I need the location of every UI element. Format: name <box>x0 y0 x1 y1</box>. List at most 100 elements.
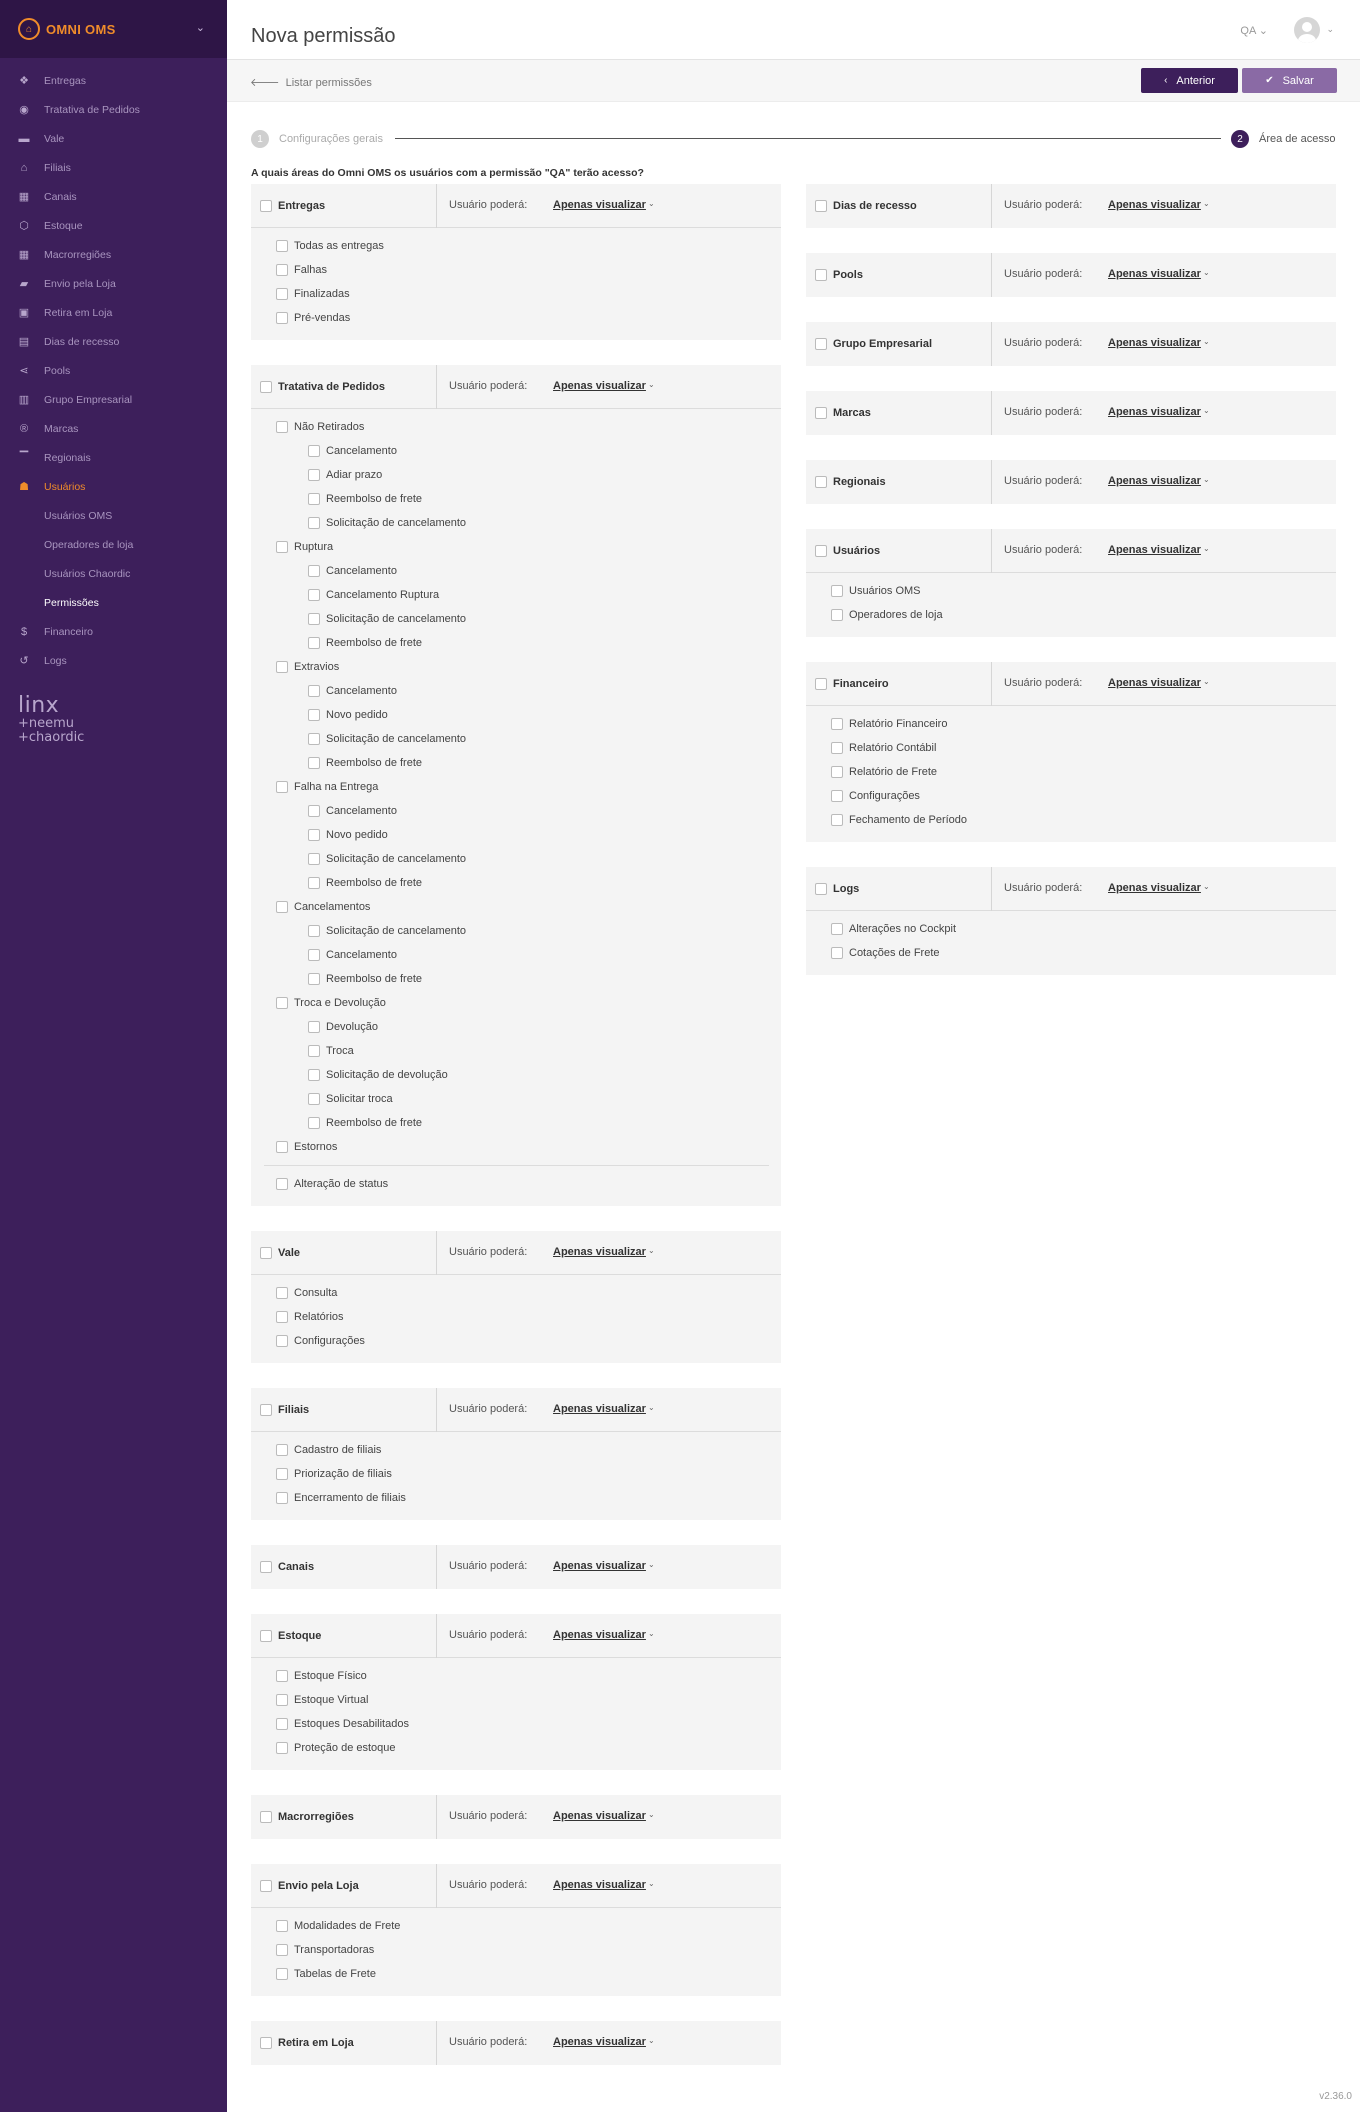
checkbox-item-transportadoras[interactable]: Transportadoras <box>276 1938 781 1962</box>
sidebar-subitem-usuarios-chaordic[interactable]: Usuários Chaordic <box>0 559 227 588</box>
checkbox-item-reembolso-de-frete[interactable]: Reembolso de frete <box>276 871 781 895</box>
checkbox[interactable] <box>831 609 843 621</box>
checkbox-item-solicitacao-de-cancelamento[interactable]: Solicitação de cancelamento <box>276 727 781 751</box>
checkbox[interactable] <box>276 1670 288 1682</box>
checkbox[interactable] <box>276 1968 288 1980</box>
checkbox-item-cancelamento[interactable]: Cancelamento <box>276 943 781 967</box>
checkbox[interactable] <box>831 790 843 802</box>
avatar[interactable] <box>1294 17 1320 43</box>
permission-level-select[interactable]: Apenas visualizar <box>1108 544 1201 556</box>
chevron-down-icon[interactable]: ⌄ <box>648 2036 655 2045</box>
checkbox[interactable] <box>308 973 320 985</box>
checkbox[interactable] <box>831 923 843 935</box>
chevron-down-icon[interactable]: ⌄ <box>1203 268 1210 277</box>
checkbox-item-falhas[interactable]: Falhas <box>276 258 781 282</box>
chevron-down-icon[interactable]: ⌄ <box>648 1403 655 1412</box>
chevron-down-icon[interactable]: ⌄ <box>1203 406 1210 415</box>
area-checkbox[interactable] <box>260 199 272 212</box>
chevron-down-icon[interactable]: ⌄ <box>1203 475 1210 484</box>
sidebar-item-estoque[interactable]: ⬡ Estoque <box>0 211 227 240</box>
checkbox-item-cancelamento[interactable]: Cancelamento <box>276 679 781 703</box>
permission-level-select[interactable]: Apenas visualizar <box>553 380 646 392</box>
permission-level-select[interactable]: Apenas visualizar <box>1108 882 1201 894</box>
checkbox-item-relatorio-de-frete[interactable]: Relatório de Frete <box>831 760 1336 784</box>
brand-header[interactable]: ⌂ OMNI OMS ⌄ <box>0 0 227 58</box>
chevron-down-icon[interactable]: ⌄ <box>196 21 205 34</box>
checkbox-item-modalidades-de-frete[interactable]: Modalidades de Frete <box>276 1914 781 1938</box>
checkbox-item-ruptura[interactable]: Ruptura <box>276 535 781 559</box>
checkbox[interactable] <box>276 1944 288 1956</box>
checkbox[interactable] <box>276 1468 288 1480</box>
permission-level-select[interactable]: Apenas visualizar <box>553 1246 646 1258</box>
checkbox[interactable] <box>308 805 320 817</box>
area-checkbox[interactable] <box>815 200 827 212</box>
checkbox-item-priorizacao-de-filiais[interactable]: Priorização de filiais <box>276 1462 781 1486</box>
checkbox[interactable] <box>308 637 320 649</box>
chevron-down-icon[interactable]: ⌄ <box>648 199 655 208</box>
sidebar-item-vale[interactable]: ▬ Vale <box>0 124 227 153</box>
area-checkbox[interactable] <box>260 1561 272 1573</box>
checkbox-item-relatorio-financeiro[interactable]: Relatório Financeiro <box>831 712 1336 736</box>
sidebar-item-marcas[interactable]: ® Marcas <box>0 414 227 443</box>
checkbox[interactable] <box>308 1117 320 1129</box>
area-checkbox[interactable] <box>815 407 827 419</box>
sidebar-item-pools[interactable]: ⋖ Pools <box>0 356 227 385</box>
checkbox[interactable] <box>276 1694 288 1706</box>
checkbox-item-troca-e-devolucao[interactable]: Troca e Devolução <box>276 991 781 1015</box>
checkbox[interactable] <box>831 766 843 778</box>
checkbox[interactable] <box>276 1920 288 1932</box>
area-checkbox[interactable] <box>815 544 827 557</box>
checkbox[interactable] <box>308 1045 320 1057</box>
checkbox[interactable] <box>308 685 320 697</box>
step-2-label[interactable]: Área de acesso <box>1259 133 1335 145</box>
checkbox[interactable] <box>276 661 288 673</box>
checkbox-item-protecao-de-estoque[interactable]: Proteção de estoque <box>276 1736 781 1760</box>
permission-level-select[interactable]: Apenas visualizar <box>1108 677 1201 689</box>
step-1-indicator[interactable]: 1 <box>251 130 269 148</box>
user-selector[interactable]: QA ⌄ <box>1240 24 1268 37</box>
chevron-down-icon[interactable]: ⌄ <box>648 1246 655 1255</box>
checkbox-item-reembolso-de-frete[interactable]: Reembolso de frete <box>276 1111 781 1135</box>
checkbox[interactable] <box>308 565 320 577</box>
step-1-label[interactable]: Configurações gerais <box>279 133 383 145</box>
permission-level-select[interactable]: Apenas visualizar <box>553 1629 646 1641</box>
checkbox-item-cancelamento[interactable]: Cancelamento <box>276 559 781 583</box>
checkbox[interactable] <box>276 1492 288 1504</box>
checkbox[interactable] <box>308 1069 320 1081</box>
checkbox[interactable] <box>276 901 288 913</box>
checkbox[interactable] <box>308 469 320 481</box>
permission-level-select[interactable]: Apenas visualizar <box>553 2036 646 2048</box>
chevron-down-icon[interactable]: ⌄ <box>648 380 655 389</box>
sidebar-item-logs[interactable]: ↺ Logs <box>0 646 227 675</box>
permission-level-select[interactable]: Apenas visualizar <box>553 1879 646 1891</box>
checkbox[interactable] <box>308 925 320 937</box>
checkbox-item-adiar-prazo[interactable]: Adiar prazo <box>276 463 781 487</box>
checkbox-item-estoque-fisico[interactable]: Estoque Físico <box>276 1664 781 1688</box>
permission-level-select[interactable]: Apenas visualizar <box>553 1403 646 1415</box>
checkbox-item-relatorio-contabil[interactable]: Relatório Contábil <box>831 736 1336 760</box>
checkbox[interactable] <box>308 853 320 865</box>
sidebar-subitem-permissoes[interactable]: Permissões <box>0 588 227 617</box>
checkbox-item-cancelamentos[interactable]: Cancelamentos <box>276 895 781 919</box>
checkbox[interactable] <box>308 517 320 529</box>
sidebar-item-grupo-empresarial[interactable]: ▥ Grupo Empresarial <box>0 385 227 414</box>
checkbox-item-reembolso-de-frete[interactable]: Reembolso de frete <box>276 751 781 775</box>
permission-level-select[interactable]: Apenas visualizar <box>553 1810 646 1822</box>
checkbox-item-estornos[interactable]: Estornos <box>276 1135 781 1159</box>
checkbox[interactable] <box>308 1021 320 1033</box>
permission-level-select[interactable]: Apenas visualizar <box>553 1560 646 1572</box>
chevron-down-icon[interactable]: ⌄ <box>648 1629 655 1638</box>
chevron-down-icon[interactable]: ⌄ <box>1203 544 1210 553</box>
checkbox-item-relatorios[interactable]: Relatórios <box>276 1305 781 1329</box>
permission-level-select[interactable]: Apenas visualizar <box>1108 406 1201 418</box>
sidebar-item-entregas[interactable]: ❖ Entregas <box>0 66 227 95</box>
checkbox-item-cancelamento[interactable]: Cancelamento <box>276 799 781 823</box>
chevron-down-icon[interactable]: ⌄ <box>1203 199 1210 208</box>
area-checkbox[interactable] <box>260 1811 272 1823</box>
checkbox[interactable] <box>308 757 320 769</box>
checkbox[interactable] <box>308 877 320 889</box>
checkbox[interactable] <box>276 421 288 433</box>
checkbox[interactable] <box>308 1093 320 1105</box>
checkbox-item-cancelamento-ruptura[interactable]: Cancelamento Ruptura <box>276 583 781 607</box>
sidebar-item-usuarios[interactable]: ☗ Usuários <box>0 472 227 501</box>
